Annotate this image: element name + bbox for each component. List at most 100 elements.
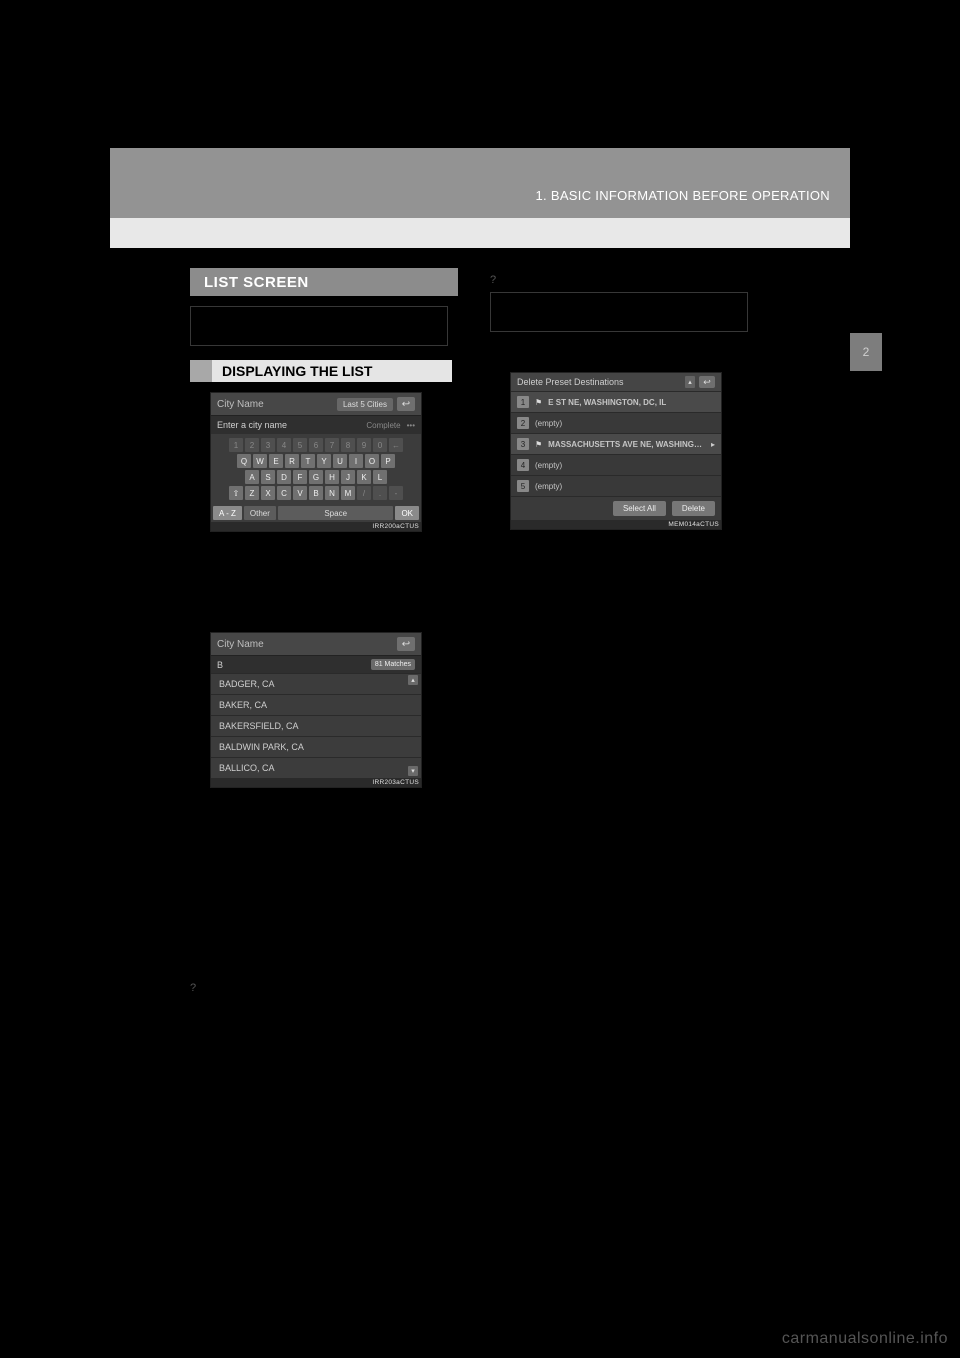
preset-label: (empty) [535,482,715,491]
preset-actions: Select All Delete [511,496,721,520]
key-3[interactable]: 3 [261,438,275,452]
scroll-up-icon[interactable]: ▴ [408,675,418,685]
keyboard-panel-title: City Name [217,399,264,410]
key-b[interactable]: B [309,486,323,500]
back-icon[interactable]: ↩ [397,397,415,411]
chapter-header: 1. BASIC INFORMATION BEFORE OPERATION [110,148,850,218]
panel-footer-id: IRR203aCTUS [211,778,421,787]
key-w[interactable]: W [253,454,267,468]
dots-icon: ••• [407,421,415,430]
key-q[interactable]: Q [237,454,251,468]
key-p[interactable]: P [381,454,395,468]
scroll-up-icon[interactable]: ▴ [685,376,695,388]
key-f[interactable]: F [293,470,307,484]
keyboard-input-row: Enter a city name Complete ••• [211,415,421,434]
section-title: LIST SCREEN [190,268,458,296]
scroll-down-icon[interactable]: ▾ [408,766,418,776]
results-title: City Name [217,639,264,650]
key-slash[interactable]: / [357,486,371,500]
key-4[interactable]: 4 [277,438,291,452]
key-i[interactable]: I [349,454,363,468]
spacer [190,532,458,622]
space-button[interactable]: Space [278,506,394,520]
last-5-cities-button[interactable]: Last 5 Cities [337,398,393,411]
key-6[interactable]: 6 [309,438,323,452]
section-intro-box [190,306,448,346]
key-r[interactable]: R [285,454,299,468]
watermark: carmanualsonline.info [782,1330,948,1348]
preset-row-3[interactable]: 3 ⚑ MASSACHUSETTS AVE NE, WASHINGTON, ▸ [511,433,721,454]
list-item[interactable]: BAKERSFIELD, CA [211,715,421,736]
breadcrumb: 1. BASIC INFORMATION BEFORE OPERATION [536,188,830,203]
preset-label: MASSACHUSETTS AVE NE, WASHINGTON, [548,440,705,449]
delete-button[interactable]: Delete [672,501,715,516]
key-l[interactable]: L [373,470,387,484]
preset-row-5[interactable]: 5 (empty) [511,475,721,496]
preset-row-2[interactable]: 2 (empty) [511,412,721,433]
key-backspace[interactable]: ← [389,438,403,452]
preset-idx: 1 [517,396,529,408]
preset-idx: 2 [517,417,529,429]
preset-panel-titlebar: Delete Preset Destinations ▴ ↩ [511,373,721,391]
preset-label: (empty) [535,461,715,470]
key-m[interactable]: M [341,486,355,500]
key-k[interactable]: K [357,470,371,484]
kbd-row-num: 1 2 3 4 5 6 7 8 9 0 ← [215,438,417,452]
key-shift[interactable]: ⇧ [229,486,243,500]
key-d[interactable]: D [277,470,291,484]
flag-icon: ⚑ [535,398,542,407]
key-7[interactable]: 7 [325,438,339,452]
sub-heading-accent [190,360,212,382]
key-dot[interactable]: . [373,486,387,500]
key-v[interactable]: V [293,486,307,500]
key-a[interactable]: A [245,470,259,484]
list-item[interactable]: BALLICO, CA [211,757,421,778]
key-8[interactable]: 8 [341,438,355,452]
select-all-button[interactable]: Select All [613,501,666,516]
key-x[interactable]: X [261,486,275,500]
key-z[interactable]: Z [245,486,259,500]
subheader-bar [110,218,850,248]
key-t[interactable]: T [301,454,315,468]
city-input[interactable]: Enter a city name [217,420,287,430]
key-s[interactable]: S [261,470,275,484]
key-c[interactable]: C [277,486,291,500]
flag-icon: ⚑ [535,440,542,449]
content: LIST SCREEN DISPLAYING THE LIST City Nam… [190,268,850,1298]
list-item[interactable]: BAKER, CA [211,694,421,715]
key-dash[interactable]: - [389,486,403,500]
key-9[interactable]: 9 [357,438,371,452]
list-item[interactable]: BALDWIN PARK, CA [211,736,421,757]
key-1[interactable]: 1 [229,438,243,452]
software-keyboard: 1 2 3 4 5 6 7 8 9 0 ← Q W [211,434,421,504]
ok-button[interactable]: OK [395,506,419,520]
key-j[interactable]: J [341,470,355,484]
key-n[interactable]: N [325,486,339,500]
key-0[interactable]: 0 [373,438,387,452]
preset-idx: 5 [517,480,529,492]
key-e[interactable]: E [269,454,283,468]
preset-row-4[interactable]: 4 (empty) [511,454,721,475]
key-2[interactable]: 2 [245,438,259,452]
complete-label[interactable]: Complete [366,421,400,430]
kbd-row-a: A S D F G H J K L [215,470,417,484]
key-5[interactable]: 5 [293,438,307,452]
left-column: LIST SCREEN DISPLAYING THE LIST City Nam… [190,268,458,788]
preset-title: Delete Preset Destinations [517,377,624,387]
key-o[interactable]: O [365,454,379,468]
preset-panel: Delete Preset Destinations ▴ ↩ 1 ⚑ E ST … [510,372,722,530]
keyboard-panel-titlebar: City Name Last 5 Cities ↩ [211,393,421,415]
list-item[interactable]: BADGER, CA [211,673,421,694]
back-icon[interactable]: ↩ [397,637,415,651]
results-query: B [217,660,223,670]
az-button[interactable]: A - Z [213,506,242,520]
key-y[interactable]: Y [317,454,331,468]
key-h[interactable]: H [325,470,339,484]
back-icon[interactable]: ↩ [699,376,715,388]
page: 1. BASIC INFORMATION BEFORE OPERATION 2 … [110,148,850,1298]
preset-row-1[interactable]: 1 ⚑ E ST NE, WASHINGTON, DC, IL [511,391,721,412]
panel-footer-id: IRR200aCTUS [211,522,421,531]
key-g[interactable]: G [309,470,323,484]
other-button[interactable]: Other [244,506,276,520]
key-u[interactable]: U [333,454,347,468]
